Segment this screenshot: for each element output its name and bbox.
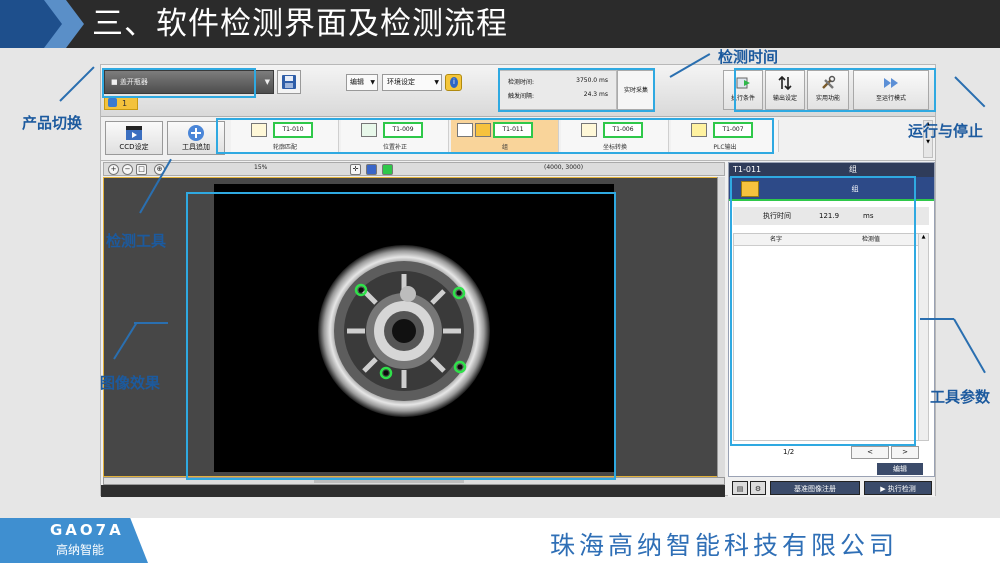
add-circle-icon <box>188 125 204 141</box>
annotation-line <box>134 322 168 324</box>
zoom-in-icon[interactable]: + <box>108 164 119 175</box>
annotation-label-product-switch: 产品切换 <box>22 114 83 132</box>
selected-tool-name: 组 <box>849 165 857 174</box>
logo-subtitle: 高纳智能 <box>56 543 105 557</box>
save-button[interactable] <box>277 70 301 94</box>
annotation-label-tool-params: 工具参数 <box>930 388 991 406</box>
annotation-box-run-stop <box>734 68 936 112</box>
product-number: 1 <box>122 99 128 108</box>
selected-tool-id: T1-011 <box>733 165 762 174</box>
chevron-down-icon: ▼ <box>264 78 270 86</box>
zoom-out-icon[interactable]: − <box>122 164 133 175</box>
annotation-line <box>59 66 95 102</box>
annotation-label-run-stop: 运行与停止 <box>908 122 984 140</box>
floppy-disk-icon <box>282 75 296 89</box>
slide-title: 三、软件检测界面及检测流程 <box>92 6 508 42</box>
pagination: 1/2 < > <box>733 446 929 460</box>
print-icon[interactable]: ▤ <box>732 481 748 495</box>
chevron-down-icon: ▼ <box>434 79 439 86</box>
viewer-vertical-scrollbar[interactable] <box>717 177 725 477</box>
annotation-box-detect-tool <box>216 118 774 154</box>
slide-footer: GAO7A 高纳智能 珠海高纳智能科技有限公司 <box>0 518 1000 563</box>
execute-detection-button[interactable]: ▶ 执行检测 <box>864 481 932 495</box>
company-logo: GAO7A 高纳智能 <box>0 518 148 563</box>
graphic-toggle-icon[interactable] <box>382 164 393 175</box>
image-resolution: (4000, 3000) <box>544 164 584 171</box>
edit-dropdown-label: 编辑 <box>350 78 364 86</box>
annotation-box-image-effect <box>186 192 616 480</box>
register-reference-image-button[interactable]: 基准图像注册 <box>770 481 860 495</box>
panel-header: T1-011 组 <box>729 163 934 177</box>
annotation-line <box>953 318 986 374</box>
edit-button[interactable]: 编辑 <box>877 463 923 475</box>
ccd-setting-label: CCD设定 <box>119 143 149 151</box>
annotation-line <box>920 318 954 320</box>
environment-setting-dropdown[interactable]: 环境设定 ▼ <box>382 74 442 91</box>
overlay-toggle-icon[interactable] <box>366 164 377 175</box>
zoom-level: 15% <box>254 164 268 171</box>
chevron-down-icon: ▼ <box>370 79 375 86</box>
settings-gear-icon[interactable]: ⚙ <box>750 481 766 495</box>
clapperboard-icon <box>126 126 142 140</box>
logo-wordmark: GAO7A <box>50 521 124 539</box>
product-number-badge[interactable]: 1 <box>104 97 138 110</box>
fit-window-icon[interactable]: □ <box>136 164 147 175</box>
company-name: 珠海高纳智能科技有限公司 <box>550 531 899 560</box>
annotation-box-product-switch <box>102 68 256 98</box>
info-button[interactable]: i <box>445 74 462 91</box>
bottom-action-bar: ▤ ⚙ 基准图像注册 ▶ 执行检测 <box>728 479 935 497</box>
result-table-scrollbar[interactable]: ▲ <box>918 234 928 440</box>
edit-dropdown[interactable]: 编辑 ▼ <box>346 74 378 91</box>
page-indicator: 1/2 <box>783 448 795 456</box>
next-page-button[interactable]: > <box>891 446 919 459</box>
product-icon <box>108 98 117 107</box>
info-icon: i <box>450 77 458 88</box>
annotation-box-detect-time <box>498 68 655 112</box>
slide-header: 三、软件检测界面及检测流程 <box>0 0 1000 48</box>
ccd-setting-button[interactable]: CCD设定 <box>105 121 163 155</box>
previous-page-button[interactable]: < <box>851 446 889 459</box>
annotation-label-image-effect: 图像效果 <box>100 374 161 392</box>
status-bar <box>101 485 725 497</box>
add-tool-label: 工具追加 <box>182 143 210 151</box>
register-reference-label: 基准图像注册 <box>794 485 836 493</box>
annotation-label-detect-time: 检测时间 <box>718 48 779 66</box>
environment-setting-label: 环境设定 <box>387 78 415 86</box>
annotation-line <box>954 76 986 108</box>
viewer-toolbar: + − □ ⊕ 15% ✛ (4000, 3000) <box>103 162 725 176</box>
annotation-box-tool-params <box>730 176 916 446</box>
execute-detection-label: 执行检测 <box>887 485 916 493</box>
annotation-label-detect-tool: 检测工具 <box>106 232 167 250</box>
crosshair-icon[interactable]: ✛ <box>350 164 361 175</box>
